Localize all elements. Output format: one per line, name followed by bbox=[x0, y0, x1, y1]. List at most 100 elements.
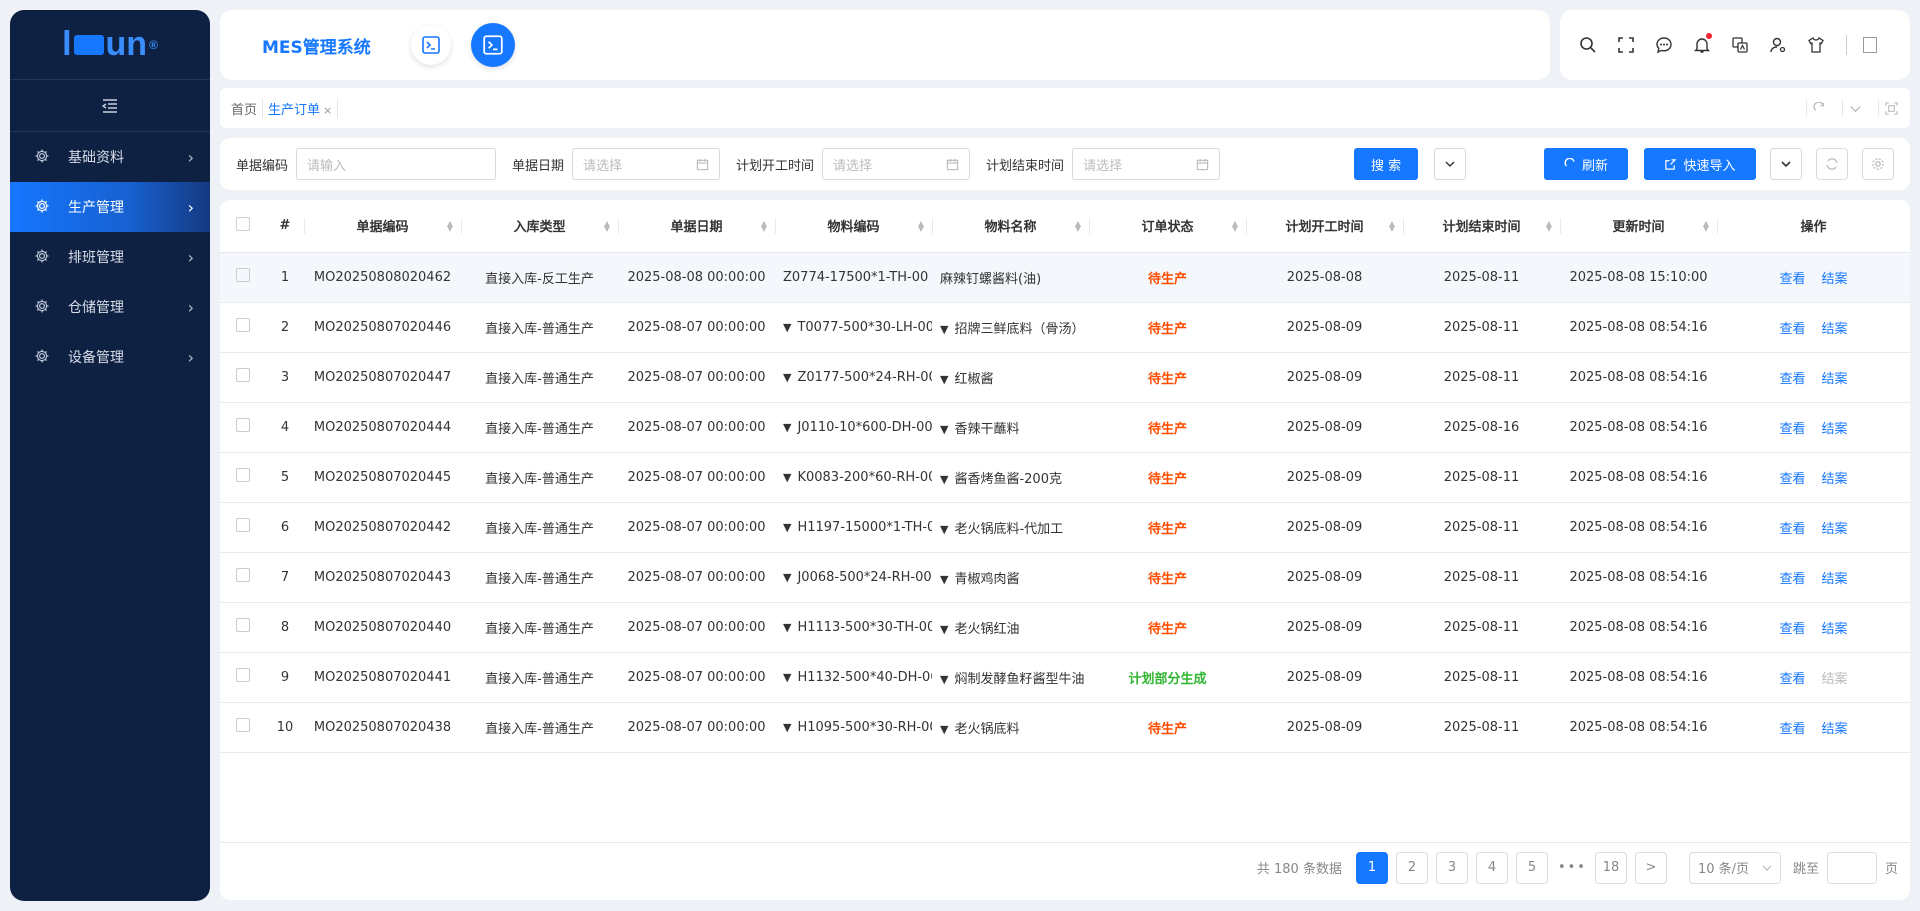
table-row[interactable]: 1 MO20250808020462 直接入库-反工生产 2025-08-08 00:… bbox=[220, 252, 1910, 303]
chevron-down-icon[interactable] bbox=[1842, 100, 1868, 116]
more-actions-button[interactable] bbox=[1770, 148, 1802, 180]
col-header-plan-end[interactable]: 计划结束时间 ▲ ▼ bbox=[1403, 200, 1560, 253]
code-input[interactable]: 请输入 bbox=[296, 148, 497, 180]
view-link[interactable]: 查看 bbox=[1779, 472, 1805, 487]
refresh-button[interactable]: 刷新 bbox=[1544, 148, 1628, 180]
sidebar-item-2[interactable]: 排班管理 › bbox=[10, 232, 210, 282]
expand-filters-button[interactable] bbox=[1434, 148, 1467, 180]
row-checkbox[interactable] bbox=[236, 368, 250, 382]
sidebar-item-3[interactable]: 仓储管理 › bbox=[10, 282, 210, 332]
sidebar-item-4[interactable]: 设备管理 › bbox=[10, 332, 210, 382]
expand-arrow-icon[interactable]: ▼ bbox=[940, 373, 948, 386]
expand-arrow-icon[interactable]: ▼ bbox=[783, 371, 791, 384]
row-checkbox[interactable] bbox=[236, 568, 250, 582]
expand-arrow-icon[interactable]: ▼ bbox=[783, 521, 791, 534]
col-header-material-name[interactable]: 物料名称 ▲ ▼ bbox=[932, 200, 1089, 253]
expand-arrow-icon[interactable]: ▼ bbox=[940, 723, 948, 736]
theme-shirt-icon[interactable] bbox=[1806, 35, 1826, 55]
page-button-1[interactable]: 1 bbox=[1355, 851, 1388, 884]
date-picker[interactable]: 请选择 bbox=[572, 148, 721, 180]
expand-arrow-icon[interactable]: ▼ bbox=[940, 473, 948, 486]
expand-arrow-icon[interactable]: ▼ bbox=[783, 621, 791, 634]
expand-arrow-icon[interactable]: ▼ bbox=[783, 721, 791, 734]
table-row[interactable]: 8 MO20250807020440 直接入库-普通生产 2025-08-07 00:… bbox=[220, 602, 1910, 653]
page-button-2[interactable]: 2 bbox=[1395, 851, 1428, 884]
close-order-link[interactable]: 结案 bbox=[1822, 372, 1848, 387]
col-header-material-code[interactable]: 物料编码 ▲ ▼ bbox=[775, 200, 932, 253]
table-row[interactable]: 6 MO20250807020442 直接入库-普通生产 2025-08-07 00:… bbox=[220, 502, 1910, 553]
close-order-link[interactable]: 结案 bbox=[1822, 722, 1848, 737]
view-link[interactable]: 查看 bbox=[1779, 672, 1805, 687]
page-last[interactable]: 18 bbox=[1594, 851, 1627, 884]
close-order-link[interactable]: 结案 bbox=[1822, 572, 1848, 587]
user-settings-icon[interactable] bbox=[1768, 35, 1788, 55]
terminal-button[interactable] bbox=[410, 25, 451, 65]
col-header-updated[interactable]: 更新时间 ▲ ▼ bbox=[1560, 200, 1717, 253]
column-settings-button[interactable] bbox=[1862, 148, 1894, 180]
page-size-select[interactable]: 10 条/页 bbox=[1688, 851, 1781, 884]
row-checkbox[interactable] bbox=[236, 718, 250, 732]
view-link[interactable]: 查看 bbox=[1779, 572, 1805, 587]
table-row[interactable]: 5 MO20250807020445 直接入库-普通生产 2025-08-07 00:… bbox=[220, 452, 1910, 503]
sidebar-item-1[interactable]: 生产管理 › bbox=[10, 182, 210, 232]
close-order-link[interactable]: 结案 bbox=[1822, 672, 1848, 687]
expand-arrow-icon[interactable]: ▼ bbox=[940, 323, 948, 336]
table-row[interactable]: 9 MO20250807020441 直接入库-普通生产 2025-08-07 00:… bbox=[220, 652, 1910, 703]
page-button-5[interactable]: 5 bbox=[1515, 851, 1548, 884]
jump-page-input[interactable] bbox=[1826, 851, 1877, 884]
view-link[interactable]: 查看 bbox=[1779, 272, 1805, 287]
pagination-ellipsis[interactable]: ••• bbox=[1558, 860, 1587, 875]
fullscreen-icon[interactable] bbox=[1616, 35, 1636, 55]
page-button-4[interactable]: 4 bbox=[1475, 851, 1508, 884]
row-checkbox[interactable] bbox=[236, 418, 250, 432]
next-page-button[interactable]: > bbox=[1634, 851, 1667, 884]
close-order-link[interactable]: 结案 bbox=[1822, 272, 1848, 287]
row-checkbox[interactable] bbox=[236, 668, 250, 682]
col-header-status[interactable]: 订单状态 ▲ ▼ bbox=[1089, 200, 1246, 253]
tab-home[interactable]: 首页 bbox=[226, 98, 264, 118]
avatar[interactable] bbox=[1863, 37, 1877, 53]
row-checkbox[interactable] bbox=[236, 318, 250, 332]
message-icon[interactable] bbox=[1654, 35, 1674, 55]
tab-close-icon[interactable]: × bbox=[323, 104, 332, 117]
end-picker[interactable]: 请选择 bbox=[1072, 148, 1221, 180]
view-link[interactable]: 查看 bbox=[1779, 372, 1805, 387]
expand-arrow-icon[interactable]: ▼ bbox=[940, 673, 948, 686]
view-link[interactable]: 查看 bbox=[1779, 422, 1805, 437]
close-order-link[interactable]: 结案 bbox=[1822, 422, 1848, 437]
row-checkbox[interactable] bbox=[236, 518, 250, 532]
sidebar-item-0[interactable]: 基础资料 › bbox=[10, 132, 210, 182]
table-row[interactable]: 7 MO20250807020443 直接入库-普通生产 2025-08-07 00:… bbox=[220, 552, 1910, 603]
start-picker[interactable]: 请选择 bbox=[822, 148, 971, 180]
view-link[interactable]: 查看 bbox=[1779, 722, 1805, 737]
table-row[interactable]: 2 MO20250807020446 直接入库-普通生产 2025-08-07 00:… bbox=[220, 302, 1910, 353]
translate-icon[interactable] bbox=[1730, 35, 1750, 55]
expand-arrow-icon[interactable]: ▼ bbox=[783, 321, 791, 334]
view-link[interactable]: 查看 bbox=[1779, 522, 1805, 537]
expand-arrow-icon[interactable]: ▼ bbox=[940, 623, 948, 636]
menu-collapse-button[interactable] bbox=[10, 80, 210, 132]
close-order-link[interactable]: 结案 bbox=[1822, 472, 1848, 487]
col-header-code[interactable]: 单据编码 ▲ ▼ bbox=[304, 200, 461, 253]
close-order-link[interactable]: 结案 bbox=[1822, 322, 1848, 337]
table-row[interactable]: 10 MO20250807020438 直接入库-普通生产 2025-08-07 00… bbox=[220, 702, 1910, 753]
terminal-active-button[interactable] bbox=[470, 23, 515, 67]
logo[interactable]: l un ® bbox=[10, 10, 210, 80]
row-checkbox[interactable] bbox=[236, 618, 250, 632]
expand-arrow-icon[interactable]: ▼ bbox=[783, 421, 791, 434]
table-row[interactable]: 3 MO20250807020447 直接入库-普通生产 2025-08-07 00:… bbox=[220, 352, 1910, 403]
col-header-type[interactable]: 入库类型 ▲ ▼ bbox=[461, 200, 618, 253]
expand-arrow-icon[interactable]: ▼ bbox=[940, 423, 948, 436]
view-link[interactable]: 查看 bbox=[1779, 622, 1805, 637]
close-order-link[interactable]: 结案 bbox=[1822, 522, 1848, 537]
expand-arrow-icon[interactable]: ▼ bbox=[783, 571, 791, 584]
table-row[interactable]: 4 MO20250807020444 直接入库-普通生产 2025-08-07 00:… bbox=[220, 402, 1910, 453]
search-icon[interactable] bbox=[1578, 35, 1598, 55]
expand-arrow-icon[interactable]: ▼ bbox=[783, 671, 791, 684]
maximize-icon[interactable] bbox=[1878, 100, 1904, 116]
col-header-plan-start[interactable]: 计划开工时间 ▲ ▼ bbox=[1246, 200, 1403, 253]
row-checkbox[interactable] bbox=[236, 468, 250, 482]
expand-arrow-icon[interactable]: ▼ bbox=[940, 523, 948, 536]
bell-icon[interactable] bbox=[1692, 33, 1712, 55]
expand-arrow-icon[interactable]: ▼ bbox=[783, 471, 791, 484]
